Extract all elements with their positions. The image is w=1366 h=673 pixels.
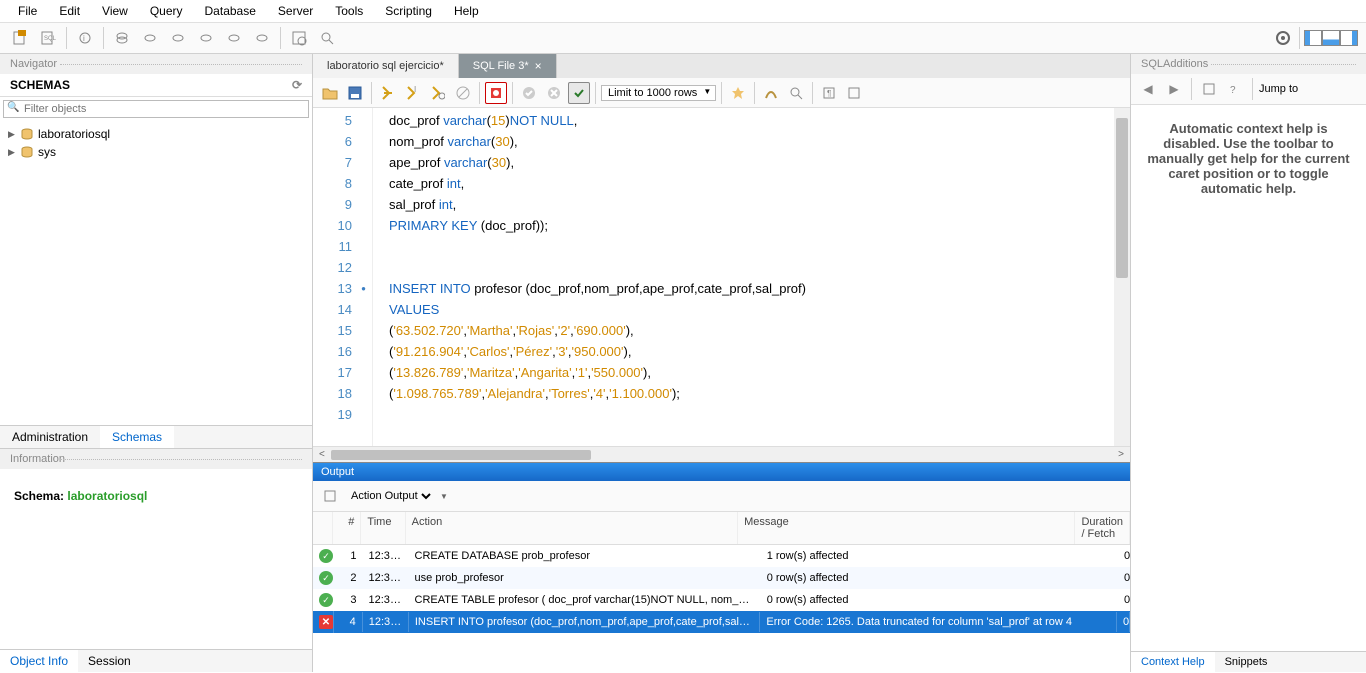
navigator-title: Navigator <box>0 54 312 74</box>
output-type-select[interactable]: Action Output <box>347 489 434 503</box>
navigator-panel: Navigator SCHEMAS ⟳ ▶laboratoriosql▶sys … <box>0 54 313 672</box>
output-row[interactable]: ✓112:32:06CREATE DATABASE prob_profesor1… <box>313 545 1130 567</box>
output-row[interactable]: ✕412:32:07INSERT INTO profesor (doc_prof… <box>313 611 1130 633</box>
explain-icon[interactable] <box>427 82 449 104</box>
menu-server[interactable]: Server <box>268 2 323 20</box>
information-body: Schema: laboratoriosql <box>0 469 312 649</box>
output-columns: # Time Action Message Duration / Fetch <box>313 512 1130 545</box>
menu-query[interactable]: Query <box>140 2 193 20</box>
output-clear-icon[interactable] <box>319 485 341 507</box>
svg-text:¶: ¶ <box>827 89 831 98</box>
users-icon[interactable] <box>110 26 134 50</box>
tab-snippets[interactable]: Snippets <box>1215 652 1278 672</box>
sql-editor[interactable]: 5678910111213141516171819 doc_prof varch… <box>313 108 1130 446</box>
editor-toolbar: I Limit to 1000 rows ▼ ¶ <box>313 78 1130 108</box>
limit-rows-select[interactable]: Limit to 1000 rows ▼ <box>601 85 716 101</box>
settings-gear-icon[interactable] <box>1271 26 1295 50</box>
dashboard-icon[interactable] <box>287 26 311 50</box>
tab-administration[interactable]: Administration <box>0 426 100 448</box>
close-icon[interactable]: × <box>535 59 542 73</box>
menu-edit[interactable]: Edit <box>49 2 90 20</box>
execute-icon[interactable] <box>377 82 399 104</box>
nav-fwd-icon[interactable]: ▶ <box>1163 78 1185 100</box>
stop-icon[interactable] <box>452 82 474 104</box>
inspector-icon[interactable]: i <box>73 26 97 50</box>
autocommit-icon[interactable] <box>568 82 590 104</box>
tab-session[interactable]: Session <box>78 650 141 672</box>
output-row[interactable]: ✓312:32:07CREATE TABLE profesor ( doc_pr… <box>313 589 1130 611</box>
rollback-icon[interactable] <box>543 82 565 104</box>
search-tb-icon[interactable] <box>315 26 339 50</box>
nav-back-icon[interactable]: ◀ <box>1137 78 1159 100</box>
schemas-label: SCHEMAS <box>10 78 70 92</box>
menu-view[interactable]: View <box>92 2 138 20</box>
context-help-body: Automatic context help is disabled. Use … <box>1131 105 1366 651</box>
sql-additions-title: SQLAdditions <box>1131 54 1366 74</box>
editor-tabs: laboratorio sql ejercicio*SQL File 3*× <box>313 54 1130 78</box>
output-header: Output <box>313 463 1130 481</box>
beautify-icon[interactable] <box>727 82 749 104</box>
information-title: Information <box>0 449 312 469</box>
svg-text:i: i <box>83 34 85 43</box>
editor-tab[interactable]: laboratorio sql ejercicio* <box>313 54 459 78</box>
editor-hscroll[interactable] <box>331 450 591 460</box>
tab-context-help[interactable]: Context Help <box>1131 652 1215 672</box>
menu-file[interactable]: File <box>8 2 47 20</box>
tab-object-info[interactable]: Object Info <box>0 650 78 672</box>
layout-toggle[interactable] <box>1304 30 1358 46</box>
tab-schemas[interactable]: Schemas <box>100 426 174 448</box>
menu-scripting[interactable]: Scripting <box>375 2 442 20</box>
help-auto-icon[interactable]: ? <box>1224 78 1246 100</box>
status-icon[interactable] <box>138 26 162 50</box>
client-conn-icon[interactable] <box>166 26 190 50</box>
data-export-icon[interactable] <box>194 26 218 50</box>
menu-help[interactable]: Help <box>444 2 489 20</box>
svg-text:?: ? <box>1230 85 1236 96</box>
wrap-icon[interactable]: ¶ <box>818 82 840 104</box>
output-row[interactable]: ✓212:32:07use prob_profesor0 row(s) affe… <box>313 567 1130 589</box>
server-stop-icon[interactable] <box>250 26 274 50</box>
menu-database[interactable]: Database <box>195 2 266 20</box>
schema-item-sys[interactable]: ▶sys <box>4 143 308 161</box>
editor-scrollbar[interactable] <box>1114 108 1130 446</box>
save-icon[interactable] <box>344 82 366 104</box>
invisible-icon[interactable] <box>843 82 865 104</box>
menu-bar: FileEditViewQueryDatabaseServerToolsScri… <box>0 0 1366 22</box>
commit-icon[interactable] <box>518 82 540 104</box>
data-import-icon[interactable] <box>222 26 246 50</box>
sql-additions-panel: SQLAdditions ◀ ▶ ? Jump to Automatic con… <box>1130 54 1366 672</box>
refresh-icon[interactable]: ⟳ <box>292 78 302 92</box>
jump-to-label: Jump to <box>1259 83 1298 95</box>
editor-tab[interactable]: SQL File 3*× <box>459 54 557 78</box>
no-limit-icon[interactable] <box>485 82 507 104</box>
help-pos-icon[interactable] <box>1198 78 1220 100</box>
schema-item-laboratoriosql[interactable]: ▶laboratoriosql <box>4 125 308 143</box>
svg-text:SQL: SQL <box>44 36 56 42</box>
format-icon[interactable] <box>760 82 782 104</box>
output-panel: Output Action Output ▼ # Time Action Mes… <box>313 462 1130 672</box>
menu-tools[interactable]: Tools <box>325 2 373 20</box>
filter-objects-input[interactable] <box>3 100 309 118</box>
find-icon[interactable] <box>785 82 807 104</box>
schema-tree[interactable]: ▶laboratoriosql▶sys <box>0 121 312 425</box>
new-script-icon[interactable]: SQL <box>36 26 60 50</box>
new-sql-tab-icon[interactable] <box>8 26 32 50</box>
execute-current-icon[interactable]: I <box>402 82 424 104</box>
open-file-icon[interactable] <box>319 82 341 104</box>
main-toolbar: SQL i <box>0 22 1366 54</box>
svg-text:I: I <box>414 86 416 94</box>
